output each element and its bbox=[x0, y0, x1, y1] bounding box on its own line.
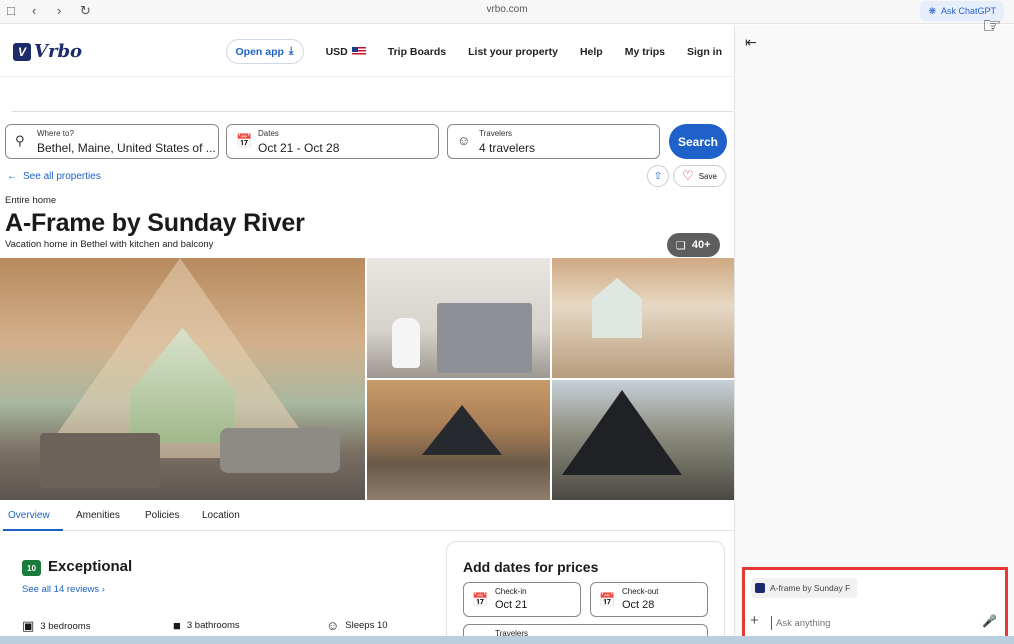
my-trips-link[interactable]: My trips bbox=[625, 46, 665, 58]
price-card-title: Add dates for prices bbox=[463, 559, 599, 575]
sign-in-link[interactable]: Sign in bbox=[687, 46, 722, 58]
calendar-icon: 📅 bbox=[599, 592, 616, 607]
tab-policies[interactable]: Policies bbox=[145, 510, 179, 521]
property-type: Entire home bbox=[5, 195, 57, 206]
plus-icon[interactable]: + bbox=[750, 612, 759, 629]
see-all-properties-link[interactable]: ← See all properties bbox=[7, 171, 101, 182]
chevron-right-icon: › bbox=[101, 584, 105, 595]
check-out-value: Oct 28 bbox=[622, 599, 655, 611]
bedrooms-label: 3 bedrooms bbox=[40, 620, 91, 632]
arrow-left-icon: ← bbox=[7, 171, 17, 182]
save-label: Save bbox=[698, 171, 717, 181]
check-in-value: Oct 21 bbox=[495, 599, 528, 611]
divider bbox=[12, 111, 733, 112]
header-nav: Open app ⤓ USD Trip Boards List your pro… bbox=[225, 39, 722, 64]
open-app-button[interactable]: Open app ⤓ bbox=[225, 39, 304, 64]
page-context-chip[interactable]: A-frame by Sunday F bbox=[751, 578, 858, 598]
destination-field[interactable]: ⚲ Where to? Bethel, Maine, United States… bbox=[5, 124, 219, 159]
list-property-link[interactable]: List your property bbox=[468, 46, 558, 58]
download-icon: ⤓ bbox=[288, 45, 294, 57]
vrbo-page: V Vrbo Open app ⤓ USD Trip Boards List y… bbox=[0, 25, 734, 644]
vrbo-logo-text: Vrbo bbox=[34, 41, 83, 62]
sleeps-label: Sleeps 10 bbox=[345, 620, 388, 631]
tab-location[interactable]: Location bbox=[202, 510, 240, 521]
photo-loft[interactable] bbox=[552, 258, 734, 378]
search-button[interactable]: Search bbox=[669, 124, 727, 159]
destination-value: Bethel, Maine, United States of ... bbox=[37, 141, 216, 155]
photo-count-label: 40+ bbox=[691, 239, 711, 251]
active-tab-indicator bbox=[3, 529, 63, 531]
location-pin-icon: ⚲ bbox=[15, 133, 25, 148]
photos-icon: ❏ bbox=[676, 239, 686, 252]
photo-living-room[interactable] bbox=[0, 258, 365, 500]
check-in-label: Check-in bbox=[495, 587, 527, 596]
price-card: Add dates for prices 📅 Check-in Oct 21 📅… bbox=[446, 541, 725, 644]
microphone-icon[interactable]: 🎤 bbox=[982, 614, 997, 628]
view-all-photos-button[interactable]: ❏ 40+ bbox=[667, 233, 720, 257]
photo-exterior[interactable] bbox=[552, 380, 734, 500]
see-all-label: See all properties bbox=[23, 171, 101, 182]
rating-word: Exceptional bbox=[48, 558, 133, 575]
rating-score-badge: 10 bbox=[22, 560, 41, 576]
chip-label: A-frame by Sunday F bbox=[770, 583, 851, 593]
share-button[interactable]: ⇧ bbox=[647, 165, 669, 187]
photo-gallery bbox=[0, 258, 734, 500]
site-header: V Vrbo Open app ⤓ USD Trip Boards List y… bbox=[0, 25, 734, 77]
currency-label: USD bbox=[325, 45, 348, 58]
vrbo-logo-mark-icon: V bbox=[13, 42, 31, 61]
dates-value: Oct 21 - Oct 28 bbox=[258, 141, 340, 155]
us-flag-icon bbox=[351, 47, 366, 57]
chatgpt-icon: ❋ bbox=[928, 5, 936, 16]
property-subtitle: Vacation home in Bethel with kitchen and… bbox=[5, 239, 214, 250]
share-icon: ⇧ bbox=[653, 170, 663, 182]
travelers-label: Travelers bbox=[479, 129, 513, 138]
hand-cursor-icon: ☞ bbox=[982, 13, 1002, 38]
bathrooms-label: 3 bathrooms bbox=[186, 620, 240, 631]
bottom-strip bbox=[0, 636, 1014, 644]
page-title: A-Frame by Sunday River bbox=[5, 209, 305, 237]
trip-boards-link[interactable]: Trip Boards bbox=[388, 46, 446, 58]
person-icon: ☺ bbox=[457, 133, 471, 148]
calendar-icon: 📅 bbox=[472, 592, 489, 607]
section-tabs: Overview Amenities Policies Location bbox=[0, 501, 734, 531]
reviews-link-label: See all 14 reviews bbox=[22, 584, 100, 595]
vrbo-logo[interactable]: V Vrbo bbox=[13, 41, 82, 62]
travelers-value: 4 travelers bbox=[479, 141, 536, 155]
bedrooms-fact: ▣ 3 bedrooms bbox=[22, 618, 90, 634]
travelers-field[interactable]: ☺ Travelers 4 travelers bbox=[447, 124, 660, 159]
chat-composer: A-frame by Sunday F + 🎤 bbox=[742, 567, 1008, 639]
address-bar[interactable]: vrbo.com bbox=[0, 4, 1014, 15]
photo-bathroom[interactable] bbox=[367, 258, 550, 378]
browser-toolbar: □ ‹ › ↻ vrbo.com ❋ Ask ChatGPT bbox=[0, 0, 1014, 24]
currency-selector[interactable]: USD bbox=[326, 46, 366, 58]
dates-field[interactable]: 📅 Dates Oct 21 - Oct 28 bbox=[226, 124, 439, 159]
chatgpt-side-panel: ⇤ A-frame by Sunday F + 🎤 bbox=[734, 25, 1014, 644]
help-link[interactable]: Help bbox=[580, 46, 603, 58]
calendar-icon: 📅 bbox=[236, 133, 253, 148]
photo-exterior-firepit[interactable] bbox=[367, 380, 550, 500]
destination-label: Where to? bbox=[37, 129, 74, 138]
see-all-reviews-link[interactable]: See all 14 reviews › bbox=[22, 584, 105, 595]
open-app-label: Open app bbox=[235, 45, 284, 58]
check-out-label: Check-out bbox=[622, 587, 659, 596]
door-icon: ▣ bbox=[22, 618, 35, 633]
bathtub-icon: ■ bbox=[173, 618, 181, 633]
bathrooms-fact: ■ 3 bathrooms bbox=[173, 618, 240, 633]
save-button[interactable]: ♡ Save bbox=[673, 165, 726, 187]
ask-anything-input[interactable] bbox=[771, 616, 971, 630]
tab-amenities[interactable]: Amenities bbox=[76, 510, 120, 521]
vrbo-favicon-icon bbox=[755, 583, 765, 593]
collapse-panel-icon[interactable]: ⇤ bbox=[745, 34, 757, 51]
people-icon: ☺ bbox=[326, 618, 340, 633]
check-out-field[interactable]: 📅 Check-out Oct 28 bbox=[590, 582, 708, 617]
tab-overview[interactable]: Overview bbox=[8, 510, 50, 521]
heart-icon: ♡ bbox=[682, 168, 694, 183]
check-in-field[interactable]: 📅 Check-in Oct 21 bbox=[463, 582, 581, 617]
dates-label: Dates bbox=[258, 129, 279, 138]
sleeps-fact: ☺ Sleeps 10 bbox=[326, 618, 388, 633]
